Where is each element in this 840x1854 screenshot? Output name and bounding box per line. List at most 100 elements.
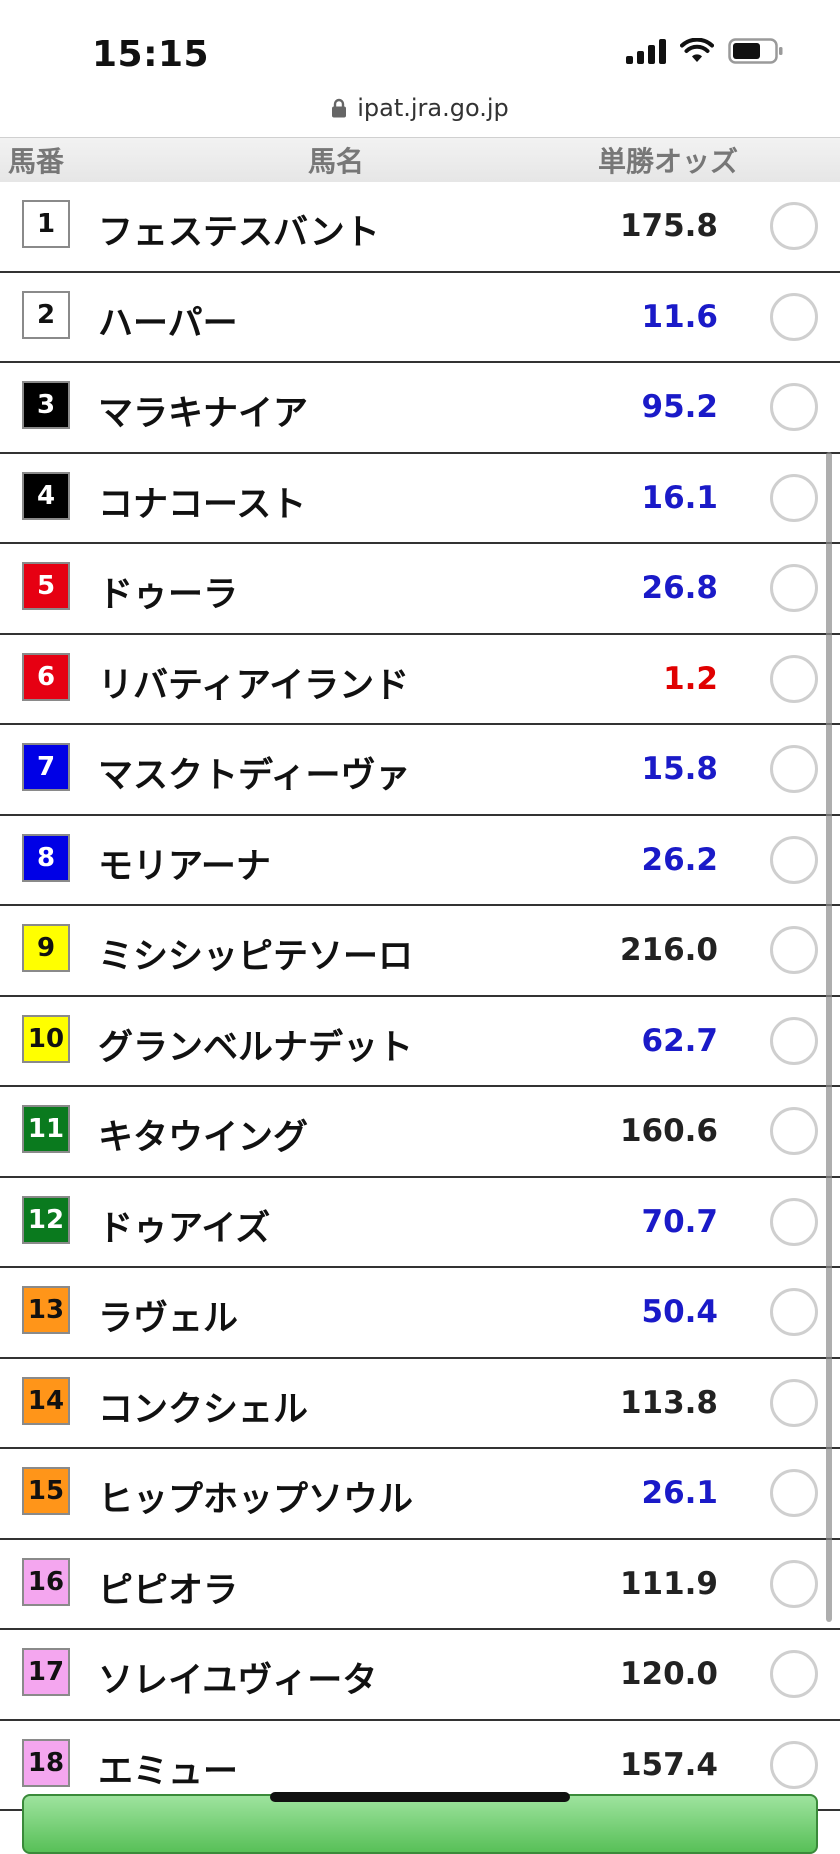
horse-number-badge: 14 — [22, 1376, 70, 1425]
horse-name: キタウイング — [98, 1118, 309, 1158]
horse-number-badge: 8 — [22, 833, 70, 882]
table-row[interactable]: 7 マスクトディーヴァ 15.8 — [0, 725, 840, 816]
table-row[interactable]: 2 ハーパー 11.6 — [0, 272, 840, 363]
table-row[interactable]: 17 ソレイユヴィータ 120.0 — [0, 1630, 840, 1721]
table-row[interactable]: 15 ヒップホップソウル 26.1 — [0, 1449, 840, 1540]
odds-table-header: 馬番 馬名 単勝オッズ — [0, 137, 840, 184]
horse-name: コナコースト — [98, 484, 307, 525]
select-radio[interactable] — [770, 564, 818, 612]
select-radio[interactable] — [770, 654, 818, 703]
select-radio[interactable] — [770, 1016, 818, 1065]
status-bar: 15:15 — [0, 0, 840, 92]
select-radio[interactable] — [770, 1559, 818, 1608]
win-odds: 11.6 — [641, 298, 719, 335]
select-radio[interactable] — [770, 1378, 818, 1427]
win-odds: 113.8 — [619, 1384, 718, 1421]
win-odds: 50.4 — [641, 1294, 719, 1330]
horse-number-badge: 13 — [22, 1286, 70, 1334]
horse-number-badge: 5 — [22, 562, 70, 610]
table-row[interactable]: 16 ピピオラ 111.9 — [0, 1539, 840, 1630]
select-radio[interactable] — [770, 383, 818, 431]
table-row[interactable]: 3 マラキナイア 95.2 — [0, 363, 840, 454]
select-radio[interactable] — [770, 473, 818, 522]
horse-number-badge: 11 — [22, 1105, 70, 1153]
cellular-signal-icon — [626, 38, 666, 64]
win-odds: 26.2 — [641, 841, 719, 878]
select-radio[interactable] — [770, 292, 818, 341]
horse-name: グランベルナデット — [98, 1027, 414, 1068]
win-odds: 15.8 — [641, 751, 719, 787]
horse-number-badge: 1 — [22, 200, 70, 248]
scrollbar[interactable] — [826, 452, 832, 1622]
table-row[interactable]: 4 コナコースト 16.1 — [0, 453, 840, 544]
horse-number-badge: 16 — [22, 1557, 70, 1606]
select-radio[interactable] — [770, 835, 818, 884]
horse-name: リバティアイランド — [98, 665, 410, 706]
table-row[interactable]: 11 キタウイング 160.6 — [0, 1087, 840, 1178]
win-odds: 175.8 — [619, 208, 718, 244]
horse-name: ミシシッピテソーロ — [98, 937, 414, 977]
table-row[interactable]: 9 ミシシッピテソーロ 216.0 — [0, 906, 840, 997]
horse-number-badge: 9 — [22, 924, 70, 972]
horse-number-badge: 12 — [22, 1195, 70, 1244]
battery-icon — [728, 38, 783, 64]
home-indicator — [270, 1792, 570, 1802]
horse-name: フェステスバント — [98, 213, 380, 253]
win-odds: 26.1 — [641, 1475, 719, 1511]
horse-number-badge: 3 — [22, 381, 70, 429]
select-radio[interactable] — [770, 1107, 818, 1155]
win-odds: 160.6 — [619, 1113, 718, 1149]
horse-name: ソレイユヴィータ — [98, 1661, 378, 1701]
win-odds: 16.1 — [641, 479, 719, 516]
select-radio[interactable] — [770, 1650, 818, 1698]
horse-name: ドゥーラ — [98, 575, 239, 615]
horse-name: コンクシェル — [98, 1389, 309, 1430]
horse-name: ドゥアイズ — [98, 1208, 271, 1249]
horse-name: モリアーナ — [98, 846, 271, 887]
horse-name: ラヴェル — [98, 1299, 239, 1339]
horse-number-badge: 17 — [22, 1648, 70, 1696]
horse-number-badge: 4 — [22, 471, 70, 520]
table-row[interactable]: 6 リバティアイランド 1.2 — [0, 634, 840, 725]
header-horse-name: 馬名 — [308, 145, 365, 178]
win-odds: 95.2 — [641, 389, 719, 425]
select-radio[interactable] — [770, 926, 818, 974]
status-time: 15:15 — [92, 34, 210, 75]
win-odds: 26.8 — [641, 570, 719, 606]
win-odds: 62.7 — [641, 1022, 719, 1059]
table-row[interactable]: 10 グランベルナデット 62.7 — [0, 996, 840, 1087]
table-row[interactable]: 1 フェステスバント 175.8 — [0, 182, 840, 273]
horse-number-badge: 10 — [22, 1014, 70, 1063]
win-odds: 157.4 — [619, 1746, 718, 1783]
horse-name: マスクトディーヴァ — [98, 756, 411, 796]
address-bar[interactable]: ipat.jra.go.jp — [0, 88, 840, 128]
horse-name: マラキナイア — [98, 394, 309, 434]
horse-number-badge: 2 — [22, 290, 70, 339]
win-odds: 70.7 — [641, 1203, 719, 1240]
win-odds: 216.0 — [619, 932, 718, 968]
win-odds: 111.9 — [619, 1565, 718, 1602]
horse-number-badge: 18 — [22, 1738, 70, 1787]
select-radio[interactable] — [770, 1469, 818, 1517]
url-text[interactable]: ipat.jra.go.jp — [357, 94, 509, 122]
select-radio[interactable] — [770, 1288, 818, 1336]
table-row[interactable]: 12 ドゥアイズ 70.7 — [0, 1177, 840, 1268]
select-radio[interactable] — [770, 202, 818, 250]
select-radio[interactable] — [770, 1740, 818, 1789]
win-odds: 1.2 — [663, 660, 718, 697]
table-row[interactable]: 13 ラヴェル 50.4 — [0, 1268, 840, 1359]
select-radio[interactable] — [770, 1197, 818, 1246]
horse-name: エミュー — [98, 1751, 239, 1792]
table-row[interactable]: 8 モリアーナ 26.2 — [0, 815, 840, 906]
table-row[interactable]: 14 コンクシェル 113.8 — [0, 1358, 840, 1449]
select-radio[interactable] — [770, 745, 818, 793]
horse-name: ピピオラ — [98, 1570, 239, 1611]
table-row[interactable]: 5 ドゥーラ 26.8 — [0, 544, 840, 635]
odds-table: 1 フェステスバント 175.8 2 ハーパー 11.6 3 マラキナイア 95.2 4 コナコース… — [0, 182, 840, 1811]
header-win-odds: 単勝オッズ — [598, 145, 739, 178]
bottom-action-button[interactable] — [22, 1794, 818, 1854]
horse-number-badge: 7 — [22, 743, 70, 791]
wifi-icon — [680, 38, 714, 62]
horse-number-badge: 6 — [22, 652, 70, 701]
header-horse-number: 馬番 — [8, 145, 65, 178]
